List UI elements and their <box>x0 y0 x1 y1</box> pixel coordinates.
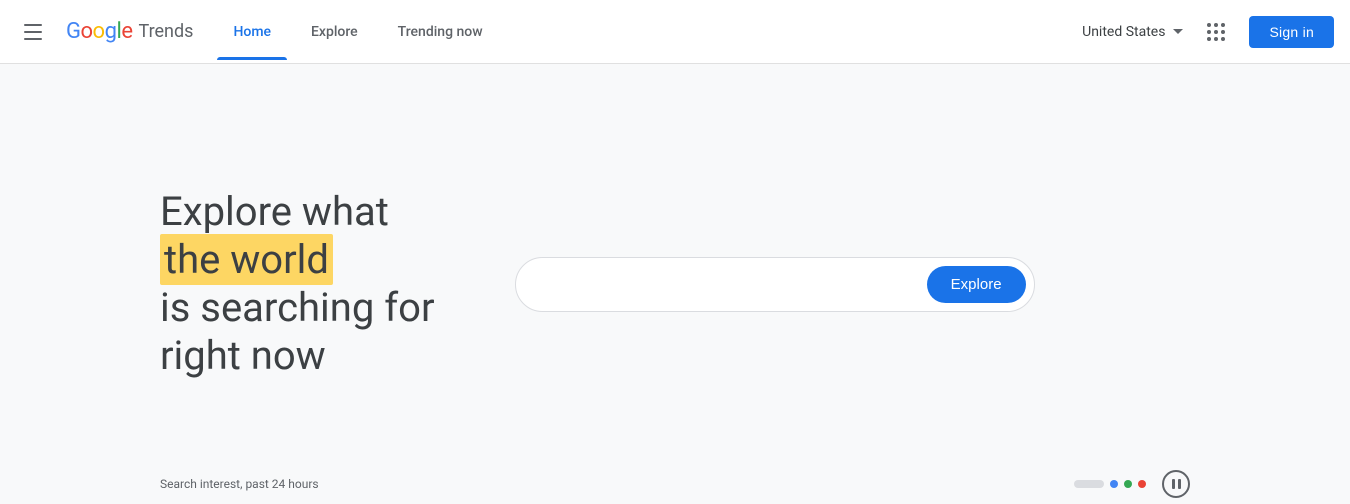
carousel-dots <box>1074 480 1146 488</box>
carousel-bar[interactable] <box>1074 480 1104 488</box>
bottom-right <box>1074 470 1190 498</box>
hero-highlight: the world <box>160 234 333 285</box>
country-selector[interactable]: United States <box>1082 24 1183 40</box>
country-label: United States <box>1082 24 1165 40</box>
pause-icon <box>1172 479 1181 489</box>
header: Google Trends Home Explore Trending now … <box>0 0 1350 64</box>
header-right: United States Sign in <box>1082 15 1334 49</box>
hero-line2: the world <box>160 236 435 284</box>
carousel-dot-red[interactable] <box>1138 480 1146 488</box>
apps-grid-icon[interactable] <box>1199 15 1233 49</box>
main-nav: Home Explore Trending now <box>217 16 498 48</box>
hero-line1: Explore what <box>160 188 435 236</box>
bottom-bar: Search interest, past 24 hours <box>0 464 1350 504</box>
hamburger-menu-icon[interactable] <box>16 16 50 48</box>
nav-item-trending-now[interactable]: Trending now <box>382 16 499 48</box>
hero-line3: is searching for <box>160 284 435 332</box>
main-content: Explore what the world is searching for … <box>0 64 1350 504</box>
carousel-dot-green[interactable] <box>1124 480 1132 488</box>
pause-button[interactable] <box>1162 470 1190 498</box>
explore-button[interactable]: Explore <box>927 266 1026 303</box>
search-bar: Explore <box>515 257 1035 312</box>
carousel-dot-blue[interactable] <box>1110 480 1118 488</box>
search-container: Explore <box>515 257 1035 312</box>
hero-text: Explore what the world is searching for … <box>160 188 435 380</box>
google-wordmark: Google <box>66 19 132 44</box>
trends-label: Trends <box>138 21 193 42</box>
sign-in-button[interactable]: Sign in <box>1249 16 1334 48</box>
search-interest-label: Search interest, past 24 hours <box>160 477 319 491</box>
hero-line4: right now <box>160 332 435 380</box>
header-left: Google Trends <box>16 16 193 48</box>
nav-item-home[interactable]: Home <box>217 16 287 48</box>
nav-item-explore[interactable]: Explore <box>295 16 374 48</box>
dropdown-arrow-icon <box>1173 29 1183 34</box>
google-trends-logo[interactable]: Google Trends <box>66 19 193 44</box>
search-input[interactable] <box>540 275 919 293</box>
